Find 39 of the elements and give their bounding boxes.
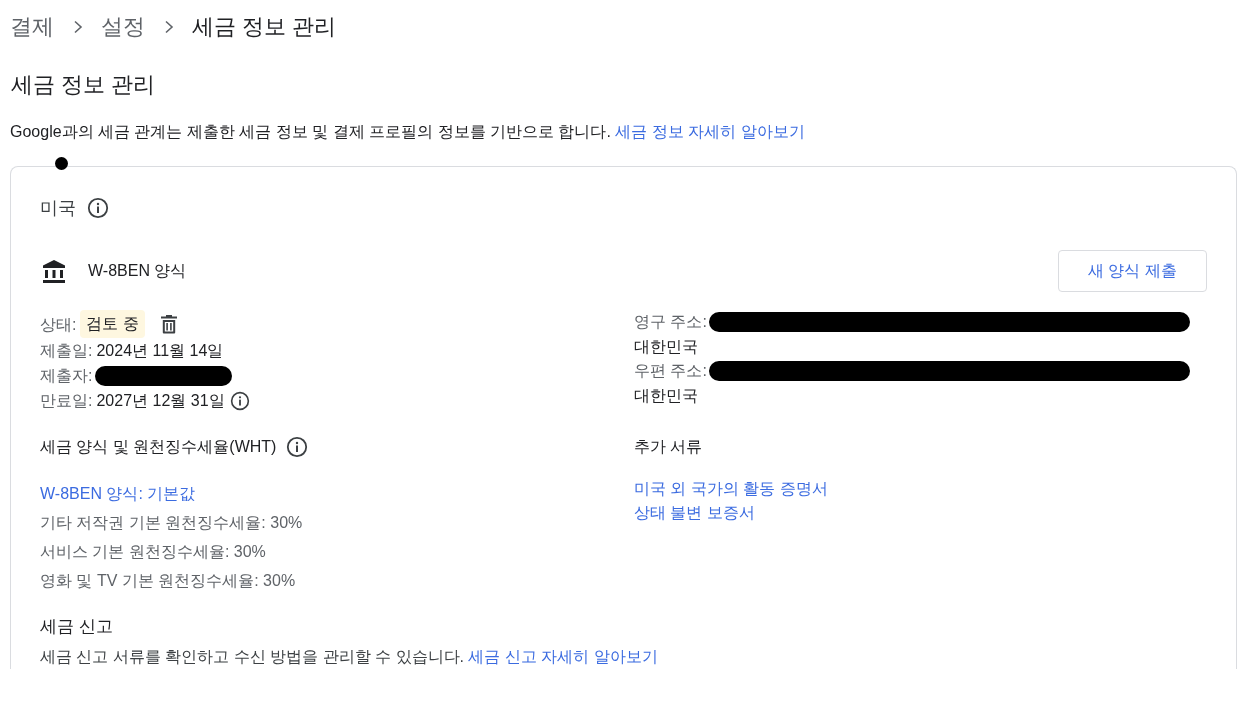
document-link[interactable]: 상태 불변 보증서 xyxy=(634,504,755,521)
info-icon xyxy=(286,436,309,458)
form-title: W-8BEN 양식 xyxy=(88,261,187,281)
rate-text: 영화 및 TV 기본 원천징수세율: 30% xyxy=(40,571,297,591)
field-label: 상태: xyxy=(40,314,77,335)
field-label: 제출일: xyxy=(40,341,93,361)
bank-icon xyxy=(42,258,66,284)
document-link[interactable]: 미국 외 국가의 활동 증명서 xyxy=(634,480,828,497)
page-title: 세금 정보 관리 xyxy=(11,71,157,99)
status-chip: 검토 중 xyxy=(80,310,145,338)
section-title: 추가 서류 xyxy=(634,438,703,455)
address-label: 우편 주소: xyxy=(634,361,707,381)
reporting-learn-more-link[interactable]: 세금 신고 자세히 알아보기 xyxy=(468,648,658,665)
chevron-icon xyxy=(72,20,84,34)
info-icon xyxy=(87,197,109,219)
info-icon xyxy=(229,390,250,411)
field-value: 2024년 11월 14일 xyxy=(96,341,224,361)
field-label: 만료일: xyxy=(40,391,93,411)
section-title: 세금 신고 xyxy=(40,617,113,636)
address-country: 대한민국 xyxy=(634,336,699,357)
submit-new-form-button[interactable]: 새 양식 제출 xyxy=(1058,250,1207,292)
chevron-icon xyxy=(163,20,175,34)
trash-icon xyxy=(159,314,178,334)
field-label: 제출자: xyxy=(40,366,93,386)
address-label: 영구 주소: xyxy=(634,312,707,332)
dot-icon xyxy=(55,157,68,170)
breadcrumb-item[interactable]: 결제 xyxy=(10,7,54,47)
rate-text: 서비스 기본 원천징수세율: 30% xyxy=(40,542,267,562)
breadcrumb-item[interactable]: 설정 xyxy=(101,7,145,47)
learn-more-link[interactable]: 세금 정보 자세히 알아보기 xyxy=(615,123,805,140)
section-title: 세금 양식 및 원천징수세율(WHT) xyxy=(40,437,277,457)
intro-text: Google과의 세금 관계는 제출한 세금 정보 및 결제 프로필의 정보를 기반으로 합니다. 세금 정보 자세히 알아보기 xyxy=(10,122,806,142)
form-default-link[interactable]: W-8BEN 양식: 기본값 xyxy=(40,479,634,508)
rate-text: 기타 저작권 기본 원천징수세율: 30% xyxy=(40,513,304,533)
field-value: 2027년 12월 31일 xyxy=(96,391,225,411)
reporting-text: 세금 신고 서류를 확인하고 수신 방법을 관리할 수 있습니다. 세금 신고 자세히 알아보기 xyxy=(40,647,659,667)
breadcrumb-item: 세금 정보 관리 xyxy=(192,13,337,41)
country-heading: 미국 xyxy=(40,197,76,220)
address-country: 대한민국 xyxy=(634,385,699,406)
